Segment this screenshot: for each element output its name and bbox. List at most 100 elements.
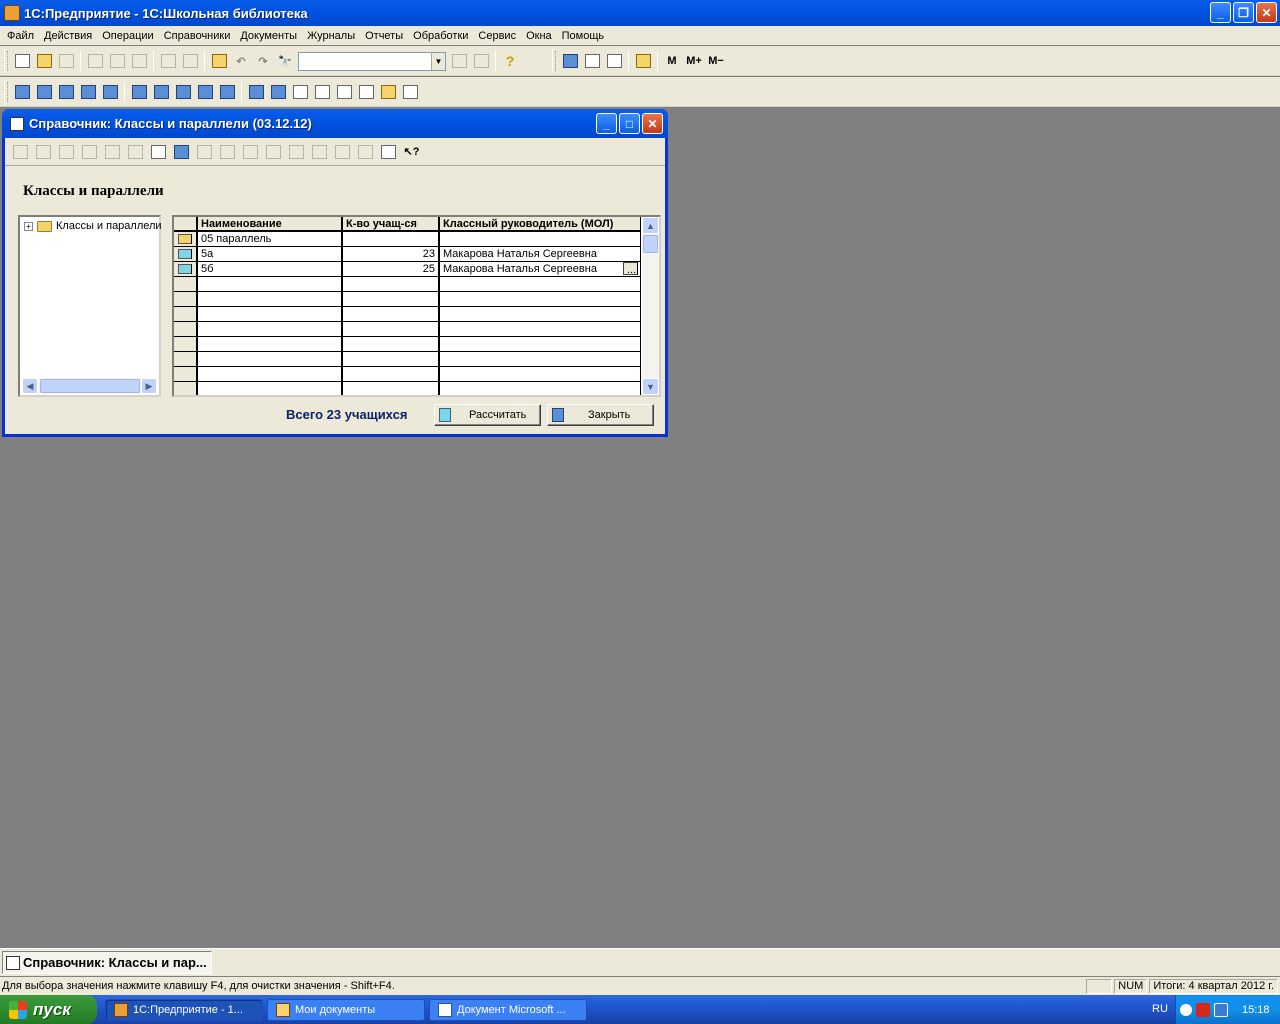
menu-processing[interactable]: Обработки: [408, 30, 473, 42]
menu-reports[interactable]: Отчеты: [360, 30, 408, 42]
memory-minus-button[interactable]: M−: [705, 50, 727, 72]
restore-button[interactable]: ❐: [1233, 2, 1254, 23]
scroll-down-icon[interactable]: ▼: [642, 378, 659, 395]
task-word-document[interactable]: Документ Microsoft ...: [429, 998, 587, 1021]
menu-journals[interactable]: Журналы: [302, 30, 360, 42]
history-icon[interactable]: [285, 141, 308, 163]
books-icon[interactable]: [11, 81, 33, 103]
table-row-empty[interactable]: [174, 307, 641, 322]
edit-text-icon[interactable]: [603, 50, 625, 72]
menu-catalogs[interactable]: Справочники: [159, 30, 236, 42]
find-next-icon[interactable]: [448, 50, 470, 72]
journal-icon[interactable]: [267, 81, 289, 103]
scroll-thumb[interactable]: [40, 379, 140, 393]
menu-actions[interactable]: Действия: [39, 30, 97, 42]
table-row[interactable]: 05 параллель: [174, 232, 641, 247]
tree-toggle-icon[interactable]: [354, 141, 377, 163]
catalog-window-titlebar[interactable]: Справочник: Классы и параллели (03.12.12…: [2, 109, 668, 138]
menu-windows[interactable]: Окна: [521, 30, 557, 42]
note-icon[interactable]: [377, 81, 399, 103]
question-help-icon[interactable]: ?: [499, 50, 521, 72]
tree-hscrollbar[interactable]: ◀ ▶: [22, 378, 157, 394]
inventory-icon[interactable]: [216, 81, 238, 103]
menu-operations[interactable]: Операции: [97, 30, 158, 42]
open-folder-icon[interactable]: [33, 50, 55, 72]
close-button[interactable]: ✕: [1256, 2, 1277, 23]
issue-book-icon[interactable]: [128, 81, 150, 103]
reserve-book-icon[interactable]: [172, 81, 194, 103]
calendar-icon[interactable]: [581, 50, 603, 72]
row-teacher[interactable]: Макарова Наталья Сергеевна ...: [440, 262, 641, 276]
minimize-button[interactable]: _: [1210, 2, 1231, 23]
cut-icon[interactable]: [84, 50, 106, 72]
menu-service[interactable]: Сервис: [473, 30, 521, 42]
table-vscrollbar[interactable]: ▲ ▼: [642, 217, 659, 395]
antivirus-icon[interactable]: [1196, 1002, 1210, 1017]
menu-help[interactable]: Помощь: [557, 30, 610, 42]
print-list-icon[interactable]: [308, 141, 331, 163]
filter-value-icon[interactable]: [239, 141, 262, 163]
move-to-group-icon[interactable]: [170, 141, 193, 163]
filter-icon[interactable]: [216, 141, 239, 163]
copy-item-icon[interactable]: [101, 141, 124, 163]
expand-icon[interactable]: +: [24, 221, 33, 231]
language-indicator[interactable]: RU: [1152, 1003, 1168, 1015]
return-book-icon[interactable]: [150, 81, 172, 103]
table-row-empty[interactable]: [174, 352, 641, 367]
child-maximize-button[interactable]: □: [619, 113, 640, 134]
select-value-button[interactable]: ...: [623, 262, 638, 275]
list-icon[interactable]: [355, 81, 377, 103]
print-preview-icon[interactable]: [179, 50, 201, 72]
child-close-button[interactable]: ✕: [642, 113, 663, 134]
select-cursor-icon[interactable]: ↖?: [400, 141, 423, 163]
task-1c[interactable]: 1С:Предприятие - 1...: [105, 998, 263, 1021]
tray-arrow-icon[interactable]: [1180, 1003, 1192, 1016]
table-row-empty[interactable]: [174, 382, 641, 395]
copy-icon[interactable]: [106, 50, 128, 72]
table-icon[interactable]: [311, 81, 333, 103]
add-item-icon[interactable]: [9, 141, 32, 163]
open-book-icon[interactable]: [632, 50, 654, 72]
edit-item-icon[interactable]: [55, 141, 78, 163]
find-replace-icon[interactable]: [470, 50, 492, 72]
table-row-empty[interactable]: [174, 367, 641, 382]
table-row-empty[interactable]: [174, 322, 641, 337]
hierarchy-icon[interactable]: [147, 141, 170, 163]
column-count[interactable]: К-во учащ-ся: [343, 217, 440, 230]
menu-documents[interactable]: Документы: [235, 30, 302, 42]
window-tab-catalog[interactable]: Справочник: Классы и пар...: [2, 951, 212, 974]
paste-icon[interactable]: [128, 50, 150, 72]
close-window-button[interactable]: Закрыть: [547, 404, 654, 426]
delete-item-icon[interactable]: [124, 141, 147, 163]
column-name[interactable]: Наименование: [198, 217, 343, 230]
report-icon[interactable]: [245, 81, 267, 103]
table-row-empty[interactable]: [174, 337, 641, 352]
preview-icon[interactable]: [289, 81, 311, 103]
tree-item-root[interactable]: + Классы и параллели: [24, 220, 162, 232]
monitor-icon[interactable]: [99, 81, 121, 103]
print-icon[interactable]: [157, 50, 179, 72]
scroll-left-icon[interactable]: ◀: [22, 378, 38, 394]
find-item-icon[interactable]: [78, 141, 101, 163]
scroll-up-icon[interactable]: ▲: [642, 217, 659, 234]
table-row-empty[interactable]: [174, 277, 641, 292]
child-minimize-button[interactable]: _: [596, 113, 617, 134]
network-icon[interactable]: [1214, 1002, 1228, 1017]
calculate-button[interactable]: Рассчитать: [434, 404, 541, 426]
tree-view-icon[interactable]: [193, 141, 216, 163]
start-button[interactable]: пуск: [0, 995, 97, 1024]
shelf-icon[interactable]: [55, 81, 77, 103]
help-book-icon[interactable]: [208, 50, 230, 72]
table-row[interactable]: 5б 25 Макарова Наталья Сергеевна ...: [174, 262, 641, 277]
app-titlebar[interactable]: 1С:Предприятие - 1С:Школьная библиотека …: [0, 0, 1280, 26]
group-tree[interactable]: + Классы и параллели ◀ ▶: [18, 215, 162, 397]
task-my-documents[interactable]: Мои документы: [267, 998, 425, 1021]
write-off-icon[interactable]: [194, 81, 216, 103]
undo-icon[interactable]: ↶: [230, 50, 252, 72]
memory-plus-button[interactable]: M+: [683, 50, 705, 72]
find-binoculars-icon[interactable]: 🔭: [274, 50, 296, 72]
label-icon[interactable]: [399, 81, 421, 103]
search-combo[interactable]: ▼: [298, 51, 446, 71]
output-list-icon[interactable]: [331, 141, 354, 163]
scroll-thumb[interactable]: [643, 235, 658, 253]
